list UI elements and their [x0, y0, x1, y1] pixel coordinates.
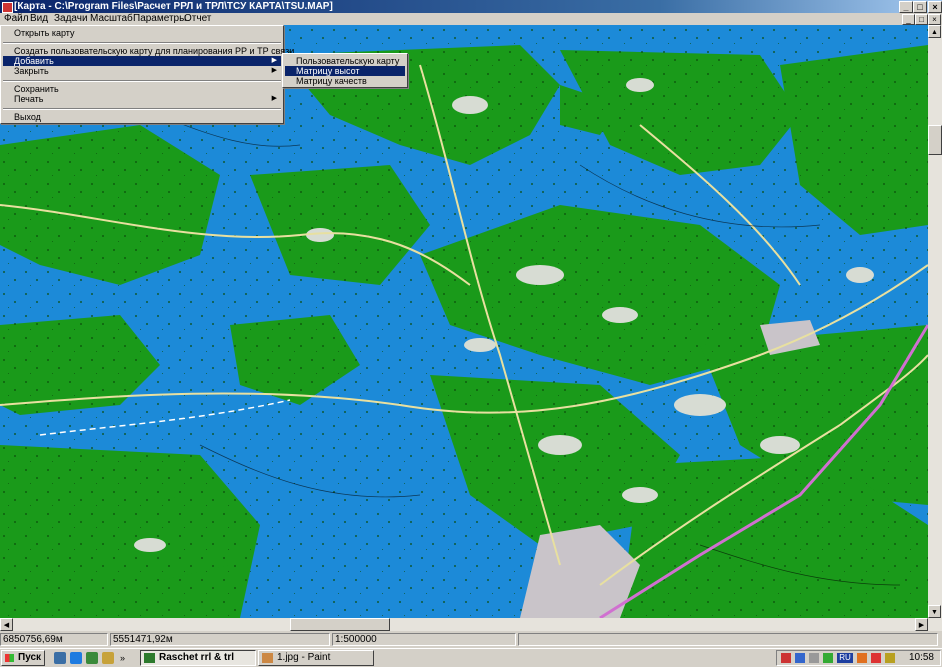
minimize-button[interactable]: _: [899, 1, 913, 13]
scroll-left-arrow-icon[interactable]: ◀: [0, 618, 13, 631]
system-tray: RU 10:58: [776, 650, 941, 666]
menu-item-close[interactable]: Закрыть ▶: [3, 66, 281, 76]
tray-update-icon[interactable]: [885, 653, 895, 663]
menu-separator: [3, 80, 281, 82]
status-y-coordinate: 5551471,92м: [110, 633, 330, 646]
taskbar-clock: 10:58: [908, 652, 934, 663]
menu-item-open-map[interactable]: Открыть карту: [3, 28, 281, 38]
menubar: Файл Вид Задачи Масштаб Параметры Отчет …: [0, 13, 942, 25]
menu-item-save[interactable]: Сохранить: [3, 84, 281, 94]
scroll-up-arrow-icon[interactable]: ▲: [928, 25, 941, 38]
statusbar: 6850756,69м 5551471,92м 1:500000: [0, 631, 942, 648]
menu-tasks[interactable]: Задачи: [54, 13, 88, 25]
menu-scale[interactable]: Масштаб: [90, 13, 133, 25]
menu-item-create-user-map[interactable]: Создать пользовательскую карту для плани…: [3, 46, 294, 56]
horizontal-scrollbar[interactable]: ◀ ▶: [0, 618, 942, 631]
scroll-right-arrow-icon[interactable]: ▶: [915, 618, 928, 631]
menu-item-add-quality-matrix[interactable]: Матрицу качеств: [285, 76, 405, 86]
start-button[interactable]: Пуск: [1, 650, 45, 666]
tray-app-icon[interactable]: [823, 653, 833, 663]
file-menu: Открыть карту Создать пользовательскую к…: [0, 25, 294, 124]
task-label: Raschet rrl & trl: [159, 652, 235, 663]
show-desktop-icon[interactable]: [54, 652, 66, 664]
mdi-close-button[interactable]: ×: [928, 14, 941, 25]
vertical-scroll-thumb[interactable]: [928, 125, 942, 155]
mdi-maximize-button[interactable]: □: [915, 14, 928, 25]
maximize-button[interactable]: □: [913, 1, 927, 13]
outlook-express-icon[interactable]: [86, 652, 98, 664]
task-raschet[interactable]: Raschet rrl & trl: [140, 650, 256, 666]
submenu-arrow-icon: ▶: [271, 95, 277, 102]
start-label: Пуск: [18, 652, 42, 663]
close-button[interactable]: ×: [928, 1, 942, 13]
submenu-arrow-icon: ▶: [271, 57, 277, 64]
menu-view[interactable]: Вид: [30, 13, 48, 25]
status-scale: 1:500000: [332, 633, 516, 646]
tray-sound-icon[interactable]: [857, 653, 867, 663]
tray-network-icon[interactable]: [795, 653, 805, 663]
add-submenu: Пользовательскую карту Матрицу высот Мат…: [282, 53, 408, 88]
app-icon: [2, 2, 13, 13]
internet-explorer-icon[interactable]: [70, 652, 82, 664]
menu-item-exit[interactable]: Выход: [3, 112, 281, 122]
menu-item-label: Закрыть: [14, 66, 49, 76]
window-title: [Карта - C:\Program Files\Расчет РРЛ и Т…: [14, 1, 333, 12]
scroll-down-arrow-icon[interactable]: ▼: [928, 605, 941, 618]
submenu-arrow-icon: ▶: [271, 67, 277, 74]
horizontal-scroll-thumb[interactable]: [290, 618, 390, 631]
vertical-scrollbar[interactable]: ▲ ▼: [928, 25, 942, 618]
tray-shield-icon[interactable]: [871, 653, 881, 663]
menu-file[interactable]: Файл: [4, 13, 29, 25]
window-titlebar[interactable]: [Карта - C:\Program Files\Расчет РРЛ и Т…: [0, 0, 942, 13]
media-player-icon[interactable]: [102, 652, 114, 664]
menu-item-add-user-map[interactable]: Пользовательскую карту: [285, 56, 405, 66]
menu-parameters[interactable]: Параметры: [133, 13, 186, 25]
status-empty-panel: [518, 633, 938, 646]
app-icon: [144, 653, 155, 663]
status-x-coordinate: 6850756,69м: [0, 633, 108, 646]
menu-report[interactable]: Отчет: [184, 13, 211, 25]
menu-item-add-height-matrix[interactable]: Матрицу высот: [285, 66, 405, 76]
language-indicator[interactable]: RU: [837, 653, 853, 663]
tray-printer-icon[interactable]: [809, 653, 819, 663]
tray-antivirus-icon[interactable]: [781, 653, 791, 663]
menu-item-print[interactable]: Печать ▶: [3, 94, 281, 104]
quicklaunch-chevron-icon[interactable]: »: [120, 652, 132, 664]
menu-separator: [3, 42, 281, 44]
windows-logo-icon: [5, 654, 14, 662]
menu-separator: [3, 108, 281, 110]
menu-item-label: Добавить: [14, 56, 54, 66]
task-paint[interactable]: 1.jpg - Paint: [258, 650, 374, 666]
paint-icon: [262, 653, 273, 663]
menu-item-label: Печать: [14, 94, 44, 104]
mdi-minimize-button[interactable]: _: [902, 14, 915, 25]
taskbar: Пуск » Raschet rrl & trl 1.jpg - Paint R…: [0, 648, 942, 667]
task-label: 1.jpg - Paint: [277, 652, 331, 663]
menu-item-add[interactable]: Добавить ▶: [3, 56, 281, 66]
